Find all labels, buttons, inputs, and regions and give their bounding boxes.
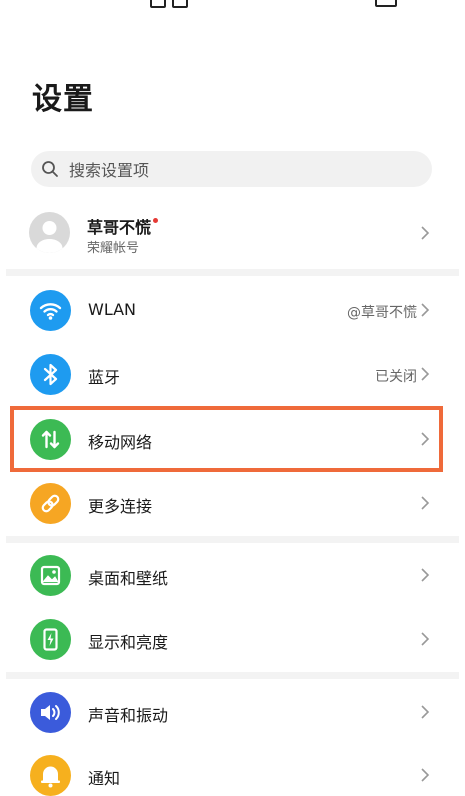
avatar-placeholder-icon [36, 221, 63, 253]
link-icon [30, 483, 71, 524]
settings-item-label: 更多连接 [88, 497, 153, 516]
account-subtitle: 荣耀帐号 [87, 241, 140, 256]
section-divider [6, 672, 459, 679]
chevron-right-icon [421, 303, 430, 317]
settings-item-label: 通知 [88, 769, 121, 788]
settings-item-label: 蓝牙 [88, 368, 121, 387]
wlan-network-name: @草哥不慌 [347, 305, 417, 321]
settings-item-label: 显示和亮度 [88, 633, 169, 652]
section-divider [6, 269, 459, 276]
status-icons-right [375, 0, 403, 11]
avatar[interactable] [29, 212, 70, 253]
chevron-right-icon [421, 768, 430, 782]
account-name-text: 草哥不慌 [87, 218, 152, 237]
chevron-right-icon [421, 226, 430, 240]
account-name: 草哥不慌 [87, 214, 159, 238]
status-bar [0, 0, 465, 8]
page-title: 设置 [32, 82, 94, 117]
bell-icon [30, 755, 71, 796]
chevron-right-icon [421, 632, 430, 646]
bluetooth-status: 已关闭 [375, 369, 417, 385]
settings-item-label: 声音和振动 [88, 706, 169, 725]
chevron-right-icon [421, 367, 430, 381]
highlight-box [10, 406, 443, 472]
bluetooth-icon [30, 354, 71, 395]
chevron-right-icon [421, 705, 430, 719]
chevron-right-icon [421, 568, 430, 582]
status-icons-left [150, 0, 194, 12]
search-icon [42, 161, 58, 177]
wifi-icon [30, 290, 71, 331]
notification-dot [153, 218, 159, 223]
image-icon [30, 555, 71, 596]
chevron-right-icon [421, 496, 430, 510]
brightness-phone-icon [30, 619, 71, 660]
settings-item-label: 桌面和壁纸 [88, 569, 169, 588]
settings-item-label: WLAN [88, 300, 137, 319]
search-input[interactable] [67, 158, 401, 182]
speaker-icon [30, 692, 71, 733]
search-bar[interactable] [31, 151, 432, 187]
section-divider [6, 536, 459, 543]
